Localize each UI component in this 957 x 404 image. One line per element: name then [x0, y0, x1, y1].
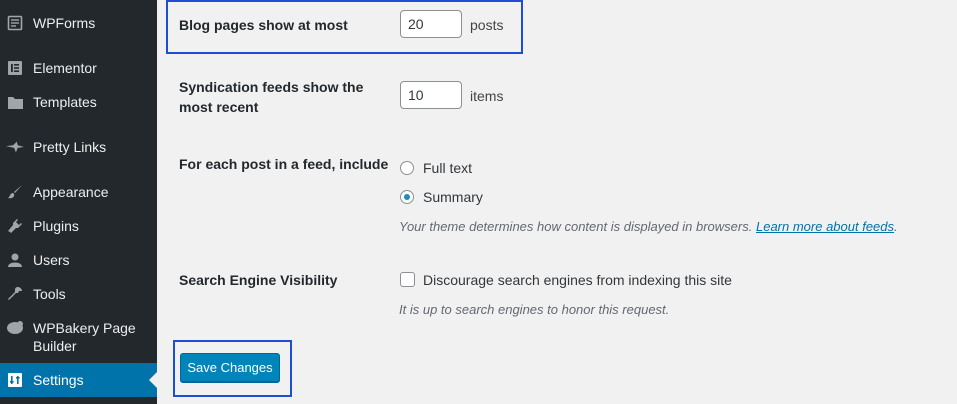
syndication-suffix: items [470, 88, 504, 104]
save-changes-button[interactable]: Save Changes [180, 353, 280, 382]
sidebar-item-label: WPBakery Page [33, 320, 136, 336]
sidebar-item-settings[interactable]: Settings [0, 363, 157, 397]
sidebar-item-label: Elementor [33, 60, 97, 76]
sidebar-item-label: Settings [33, 372, 84, 388]
discourage-search-checkbox[interactable] [400, 272, 415, 287]
admin-sidebar: WPForms Elementor Templates Pretty Links… [0, 0, 157, 404]
active-indicator-arrow [149, 372, 157, 388]
settings-form: Blog pages show at most posts Syndicatio… [157, 0, 957, 404]
discourage-search-label[interactable]: Discourage search engines from indexing … [423, 272, 732, 288]
user-icon [6, 251, 24, 269]
wpbakery-icon [6, 319, 24, 337]
wrench-icon [6, 285, 24, 303]
feed-description-period: . [894, 219, 898, 234]
blog-pages-label: Blog pages show at most [179, 17, 348, 33]
feed-description: Your theme determines how content is dis… [399, 219, 898, 234]
star-icon [6, 138, 24, 156]
sidebar-item-wpbakery[interactable]: WPBakery Page Builder [0, 319, 157, 355]
wpforms-icon [6, 14, 24, 32]
sidebar-item-label: Appearance [33, 184, 109, 200]
plug-icon [6, 217, 24, 235]
sidebar-item-users[interactable]: Users [0, 251, 157, 269]
folder-icon [6, 93, 24, 111]
sidebar-item-wpforms[interactable]: WPForms [0, 14, 157, 32]
syndication-input[interactable] [400, 81, 462, 109]
full-text-radio[interactable] [400, 161, 414, 175]
feed-description-text: Your theme determines how content is dis… [399, 219, 753, 234]
syndication-label-line2: most recent [179, 99, 259, 115]
sidebar-item-tools[interactable]: Tools [0, 285, 157, 303]
sidebar-item-elementor[interactable]: Elementor [0, 59, 157, 77]
syndication-label-line1: Syndication feeds show the [179, 79, 364, 95]
elementor-icon [6, 59, 24, 77]
feed-content-label: For each post in a feed, include [179, 156, 389, 172]
sidebar-item-label: Plugins [33, 218, 79, 234]
search-visibility-description: It is up to search engines to honor this… [399, 302, 670, 317]
summary-label[interactable]: Summary [423, 189, 483, 205]
sidebar-item-label-line2: Builder [33, 338, 77, 354]
sidebar-item-label: Pretty Links [33, 139, 107, 155]
summary-radio[interactable] [400, 190, 414, 204]
sidebar-item-plugins[interactable]: Plugins [0, 217, 157, 235]
sidebar-item-templates[interactable]: Templates [0, 93, 157, 111]
search-visibility-label: Search Engine Visibility [179, 272, 338, 288]
learn-more-feeds-link[interactable]: Learn more about feeds [756, 219, 894, 234]
sidebar-item-label: Users [33, 252, 70, 268]
settings-icon [6, 371, 24, 389]
sidebar-item-label: Tools [33, 286, 66, 302]
sidebar-item-pretty-links[interactable]: Pretty Links [0, 138, 157, 156]
sidebar-item-label: WPForms [33, 15, 96, 31]
full-text-label[interactable]: Full text [423, 160, 472, 176]
paintbrush-icon [6, 183, 24, 201]
blog-pages-input[interactable] [400, 10, 462, 38]
sidebar-item-appearance[interactable]: Appearance [0, 183, 157, 201]
sidebar-item-label: Templates [33, 94, 97, 110]
blog-pages-suffix: posts [470, 17, 504, 33]
